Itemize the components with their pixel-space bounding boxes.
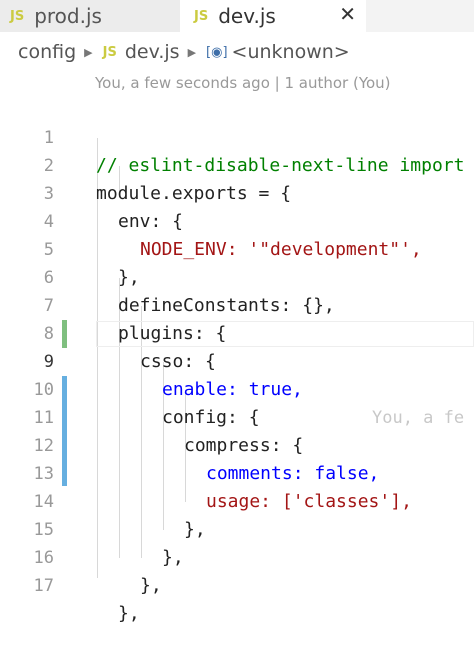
code-line: 4 NODE_ENV: '"development"', [0,180,474,260]
close-icon[interactable]: ✕ [339,2,356,26]
code-line: 16 }, [0,516,474,596]
js-file-icon: JS [194,8,209,24]
code-line: 13 usage: ['classes'], [0,432,474,512]
code-line: 6 defineConstants: {}, [0,236,474,316]
code-line: 11 compress: { [0,376,474,456]
code-line: 10 config: { [0,348,474,428]
breadcrumb: config ▶ JS dev.js ▶ [◉] <unknown> [0,32,474,72]
tab-label: dev.js [218,4,276,28]
code-text: }, [118,603,140,624]
tab-prod-js[interactable]: JS prod.js [0,0,180,32]
tab-bar: JS prod.js JS dev.js ✕ [0,0,474,32]
breadcrumb-symbol-label: <unknown> [231,41,350,63]
breadcrumb-file-label: dev.js [124,41,180,63]
code-line: 5 }, [0,208,474,288]
code-line: 14 }, [0,460,474,540]
line-number: 17 [33,576,54,596]
breadcrumb-file[interactable]: JS dev.js [103,41,180,63]
code-line: 12 comments: false, [0,404,474,484]
git-blame-codelens[interactable]: You, a few seconds ago | 1 author (You) [95,74,391,92]
tab-bar-empty [366,0,474,32]
chevron-right-icon: ▶ [187,45,197,59]
code-line: 7 plugins: { [0,264,474,344]
js-file-icon: JS [102,44,117,60]
code-line: 3 env: { [0,152,474,232]
chevron-right-icon: ▶ [84,45,93,59]
code-text: }, [140,575,162,596]
code-line-current: 9 enable: true, You, a fe [0,320,474,428]
js-file-icon: JS [10,8,25,24]
breadcrumb-folder[interactable]: config [18,41,76,63]
code-line: 17 }, [0,544,474,624]
object-symbol-icon: [◉] [206,44,228,60]
code-line: 1 // eslint-disable-next-line import [0,96,474,176]
tab-dev-js[interactable]: JS dev.js ✕ [180,0,366,32]
breadcrumb-symbol[interactable]: [◉] <unknown> [206,41,350,63]
code-line: 15 }, [0,488,474,568]
code-line: 2 module.exports = { [0,124,474,204]
code-line: 8 csso: { [0,292,474,372]
tab-label: prod.js [34,4,102,28]
